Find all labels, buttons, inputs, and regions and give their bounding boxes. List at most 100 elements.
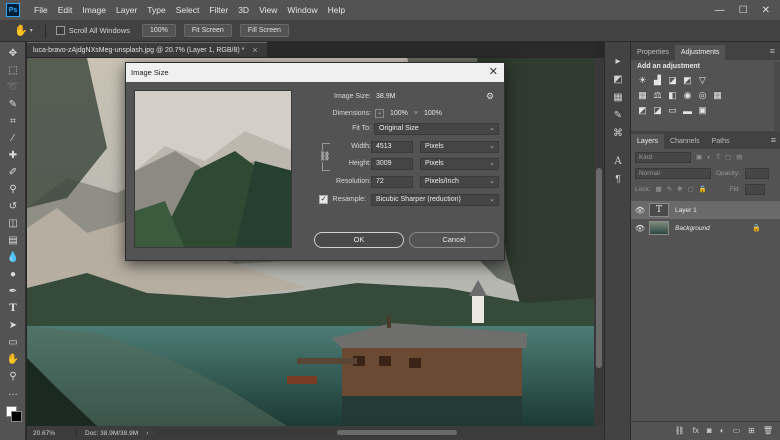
resample-select[interactable]: Bicubic Sharper (reduction) ⌄ [371, 194, 499, 206]
height-unit-select[interactable]: Pixels ⌄ [420, 158, 499, 170]
selective-color-icon[interactable]: ▣ [697, 105, 708, 116]
blend-mode-select[interactable]: Normal [635, 167, 711, 179]
gradient-tool-icon[interactable]: ▤ [4, 233, 22, 247]
layer-style-icon[interactable]: fx [693, 426, 699, 435]
tool-preset-chevron-icon[interactable]: ▾ [30, 27, 33, 34]
zoom-100-button[interactable]: 100% [142, 24, 176, 37]
hand-tool-icon[interactable]: ✋ [4, 352, 22, 366]
clone-stamp-tool-icon[interactable]: ⚲ [4, 182, 22, 196]
fit-screen-button[interactable]: Fit Screen [183, 24, 232, 37]
levels-icon[interactable]: ▟ [652, 75, 663, 86]
dialog-close-icon[interactable]: ✕ [489, 65, 498, 78]
lock-artboard-icon[interactable]: ▢ [688, 185, 694, 193]
dodge-tool-icon[interactable]: ● [4, 267, 22, 281]
eyedropper-tool-icon[interactable]: ⁄ [4, 131, 22, 145]
panel-scrollbar[interactable] [774, 62, 780, 132]
lock-position-icon[interactable]: ✥ [677, 185, 682, 193]
eraser-tool-icon[interactable]: ◫ [4, 216, 22, 230]
menu-layer[interactable]: Layer [111, 0, 142, 20]
tab-adjustments[interactable]: Adjustments [674, 45, 726, 60]
height-input[interactable]: 3009 [371, 158, 413, 170]
zoom-tool-icon[interactable]: ⚲ [4, 369, 22, 383]
character-panel-icon[interactable]: A [611, 154, 625, 168]
menu-select[interactable]: Select [171, 0, 205, 20]
fill-screen-button[interactable]: Fill Screen [239, 24, 289, 37]
canvas-vertical-scroll-thumb[interactable] [596, 168, 602, 368]
fill-field[interactable] [744, 183, 765, 195]
resolution-unit-select[interactable]: Pixels/Inch ⌄ [420, 176, 499, 188]
new-adjustment-icon[interactable]: ◐ [720, 426, 725, 435]
vibrance-icon[interactable]: ▽ [697, 75, 708, 86]
hue-saturation-icon[interactable]: ▦ [637, 90, 648, 101]
link-layers-icon[interactable]: ⛓ [675, 426, 685, 435]
document-tab[interactable]: luca-bravo-zAjdgNXsMeg-unsplash.jpg @ 20… [27, 42, 267, 57]
lasso-tool-icon[interactable]: ➰ [4, 80, 22, 94]
lock-all-icon[interactable]: 🔒 [699, 185, 707, 193]
menu-3d[interactable]: 3D [233, 0, 254, 20]
status-menu-chevron-icon[interactable]: › [146, 430, 148, 437]
resolution-input[interactable]: 72 [371, 176, 413, 188]
layer-name[interactable]: Background [675, 225, 710, 232]
move-tool-icon[interactable]: ✥ [4, 46, 22, 60]
background-color-swatch[interactable] [11, 411, 22, 422]
threshold-icon[interactable]: ▭ [667, 105, 678, 116]
width-input[interactable]: 4513 [371, 141, 413, 153]
menu-file[interactable]: File [29, 0, 53, 20]
type-tool-icon[interactable]: T [4, 301, 22, 315]
canvas-vertical-scrollbar[interactable] [594, 58, 604, 426]
close-window-button[interactable]: ✕ [762, 5, 770, 16]
zoom-level-field[interactable]: 20.67% [27, 429, 77, 437]
marquee-tool-icon[interactable]: ⬚ [4, 63, 22, 77]
invert-icon[interactable]: ◩ [637, 105, 648, 116]
layer-row-background[interactable]: 👁 Background 🔒 [631, 219, 780, 237]
brush-tool-icon[interactable]: ✐ [4, 165, 22, 179]
filter-smart-icon[interactable]: ▤ [736, 153, 742, 161]
more-tools-icon[interactable]: … [4, 385, 22, 399]
history-panel-icon[interactable]: ▸ [611, 54, 625, 68]
panel-menu-icon[interactable]: ≡ [770, 46, 775, 56]
new-group-icon[interactable]: ▭ [733, 426, 741, 435]
ok-button[interactable]: OK [314, 232, 404, 248]
canvas-horizontal-scrollbar[interactable] [157, 429, 457, 436]
layers-menu-icon[interactable]: ≡ [771, 135, 776, 145]
filter-type-icon[interactable]: T [716, 154, 720, 161]
menu-type[interactable]: Type [142, 0, 170, 20]
color-balance-icon[interactable]: ⚖ [652, 90, 663, 101]
pen-tool-icon[interactable]: ✒ [4, 284, 22, 298]
tab-paths[interactable]: Paths [706, 134, 736, 149]
tab-channels[interactable]: Channels [664, 134, 706, 149]
menu-image[interactable]: Image [77, 0, 111, 20]
brush-settings-icon[interactable]: ✎ [611, 108, 625, 122]
add-mask-icon[interactable]: ◙ [707, 426, 712, 435]
menu-edit[interactable]: Edit [53, 0, 78, 20]
menu-window[interactable]: Window [282, 0, 322, 20]
close-tab-icon[interactable]: × [252, 45, 257, 55]
lock-pixels-icon[interactable]: ✎ [667, 185, 672, 193]
hand-tool-icon[interactable]: ✋ [14, 24, 28, 37]
color-lookup-icon[interactable]: ▦ [712, 90, 723, 101]
menu-help[interactable]: Help [323, 0, 350, 20]
scroll-all-windows-checkbox[interactable] [55, 26, 65, 35]
menu-view[interactable]: View [254, 0, 282, 20]
fit-to-select[interactable]: Original Size ⌄ [374, 123, 499, 135]
black-white-icon[interactable]: ◧ [667, 90, 678, 101]
delete-layer-icon[interactable]: 🗑 [763, 426, 773, 435]
quick-select-tool-icon[interactable]: ✎ [4, 97, 22, 111]
brightness-contrast-icon[interactable]: ☀ [637, 75, 648, 86]
lock-transparent-icon[interactable]: ▦ [656, 185, 662, 193]
width-unit-select[interactable]: Pixels ⌄ [420, 141, 499, 153]
channel-mixer-icon[interactable]: ◎ [697, 90, 708, 101]
blur-tool-icon[interactable]: 💧 [4, 250, 22, 264]
filter-shape-icon[interactable]: ▢ [725, 153, 731, 161]
canvas-horizontal-scroll-thumb[interactable] [337, 430, 457, 435]
visibility-eye-icon[interactable]: 👁 [631, 206, 649, 215]
path-selection-tool-icon[interactable]: ➤ [4, 318, 22, 332]
layer-name[interactable]: Layer 1 [675, 207, 697, 214]
library-panel-icon[interactable]: ⌘ [611, 126, 625, 140]
new-layer-icon[interactable]: ⊞ [748, 426, 755, 435]
curves-icon[interactable]: ◪ [667, 75, 678, 86]
filter-pixel-icon[interactable]: ▣ [696, 153, 702, 161]
swatches-panel-icon[interactable]: ▦ [611, 90, 625, 104]
menu-filter[interactable]: Filter [204, 0, 233, 20]
paragraph-panel-icon[interactable]: ¶ [611, 172, 625, 186]
